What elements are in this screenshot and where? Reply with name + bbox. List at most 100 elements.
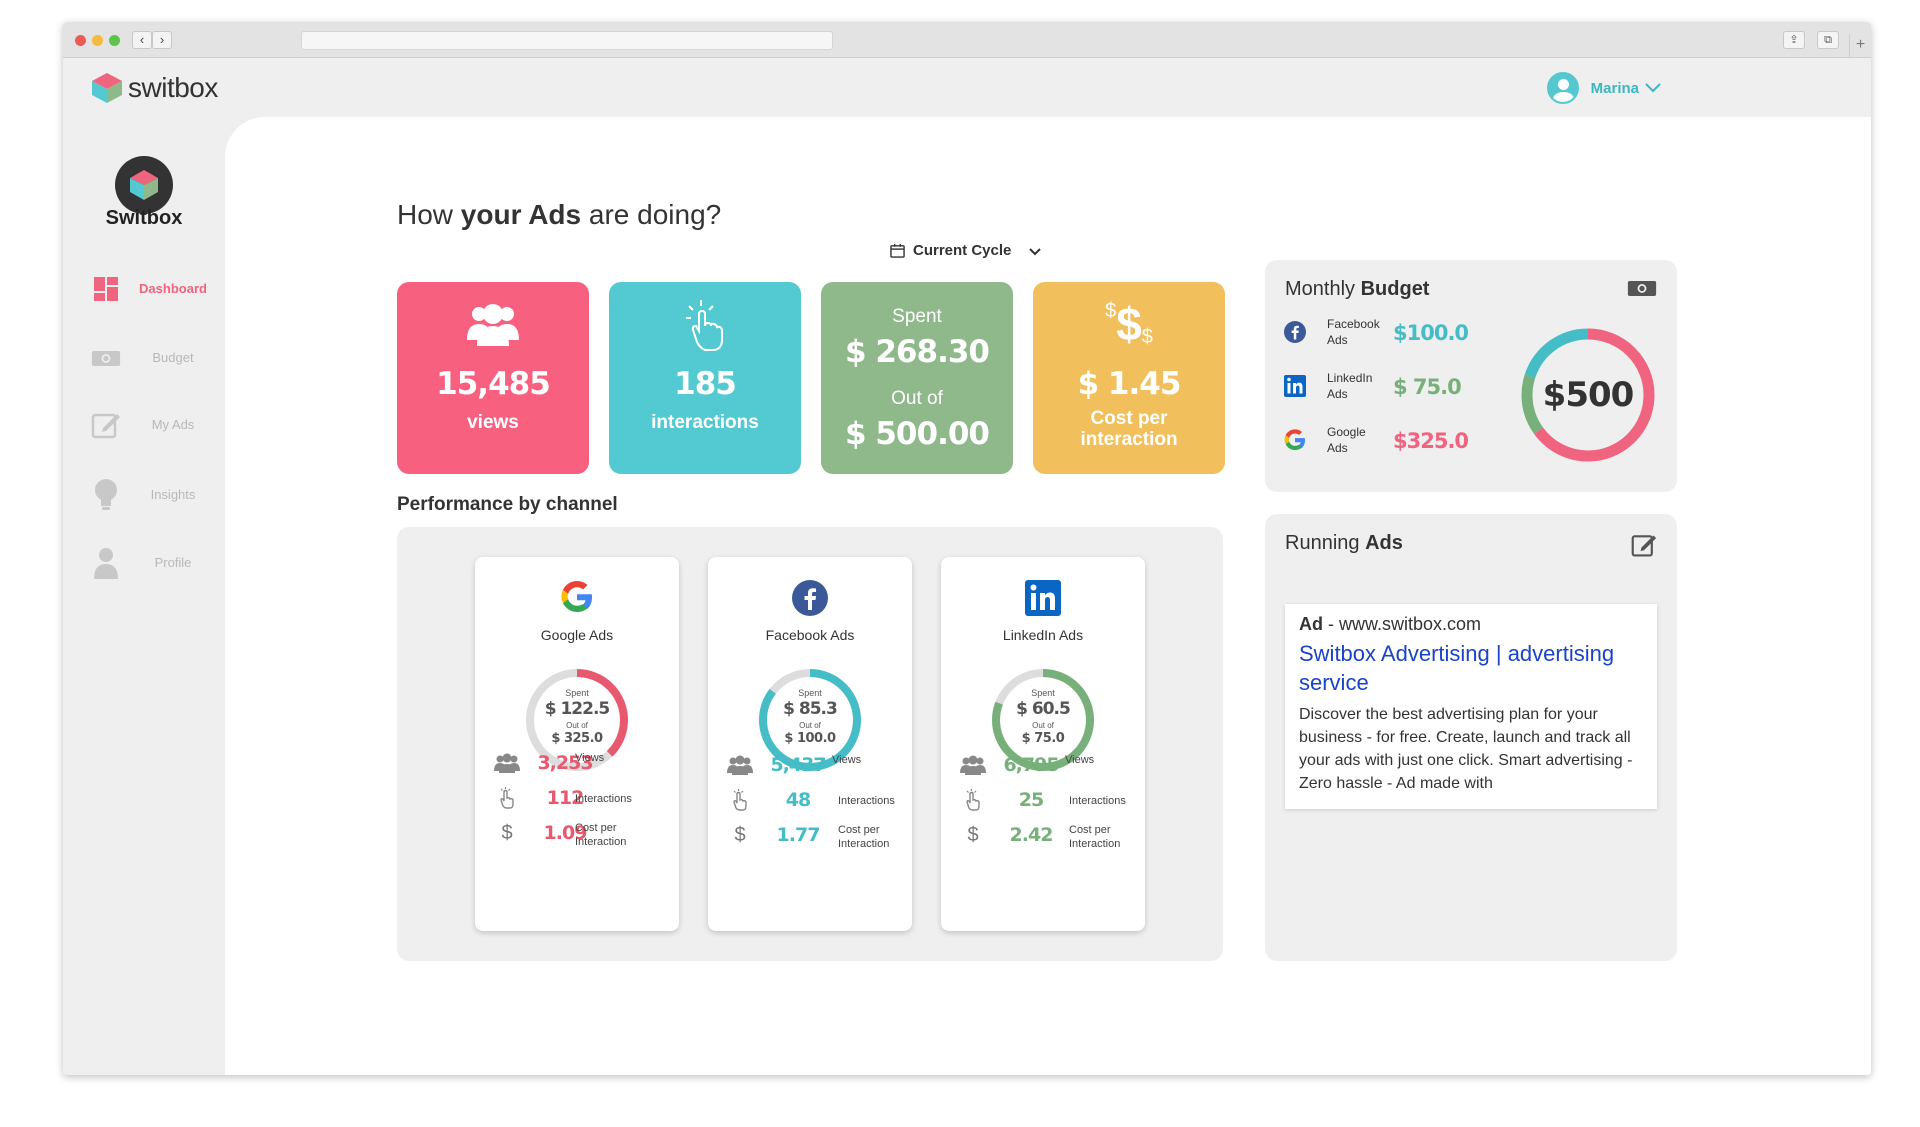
sidebar-item-label: Insights bbox=[150, 487, 196, 502]
ad-title-link[interactable]: Switbox Advertising | advertising servic… bbox=[1299, 639, 1643, 697]
views-row: 5,437 Views bbox=[708, 747, 912, 783]
dollar-icon: $ bbox=[734, 823, 746, 846]
sidebar-item-label: My Ads bbox=[151, 417, 195, 432]
click-hand-icon bbox=[493, 786, 521, 810]
budget-title: Monthly Budget bbox=[1285, 278, 1430, 300]
interactions-row: 112 Interactions bbox=[475, 780, 679, 816]
calendar-icon bbox=[890, 243, 905, 258]
views-value: 5,437 bbox=[770, 754, 826, 776]
google-icon bbox=[475, 579, 679, 615]
lightbulb-icon bbox=[91, 479, 121, 510]
channel-card-google[interactable]: Google Ads Spent $ 122.5 Out of $ 325.0 … bbox=[475, 557, 679, 931]
channel-name: Facebook Ads bbox=[765, 627, 855, 643]
spent-value: $ 60.5 bbox=[1016, 699, 1071, 719]
dashboard-icon bbox=[91, 275, 121, 303]
forward-button[interactable]: › bbox=[152, 31, 172, 49]
facebook-icon bbox=[708, 579, 912, 617]
interactions-value: 185 bbox=[674, 366, 737, 402]
linkedin-icon bbox=[941, 579, 1145, 617]
address-bar[interactable] bbox=[301, 31, 833, 50]
user-menu[interactable]: Marina bbox=[1546, 72, 1661, 104]
spent-label: Spent bbox=[798, 688, 822, 698]
dollar-icon: $ bbox=[501, 821, 513, 844]
channel-card-linkedin[interactable]: LinkedIn Ads Spent $ 60.5 Out of $ 75.0 … bbox=[941, 557, 1145, 931]
cpi-label: Cost per Interaction bbox=[838, 824, 890, 850]
cycle-label: Current Cycle bbox=[913, 242, 1012, 259]
channel-name: LinkedIn Ads bbox=[1002, 627, 1084, 643]
browser-chrome: ‹ › ⇪ ⧉ + bbox=[63, 22, 1871, 58]
tabs-icon[interactable]: ⧉ bbox=[1817, 31, 1839, 49]
edit-icon[interactable] bbox=[1631, 532, 1657, 563]
views-value: 15,485 bbox=[436, 366, 551, 402]
minimize-window-button[interactable] bbox=[92, 35, 103, 46]
money-icon bbox=[91, 344, 121, 372]
switbox-logo[interactable]: switbox bbox=[90, 70, 218, 106]
budget-total: $500 bbox=[1542, 375, 1635, 415]
spent-value: $ 122.5 bbox=[544, 699, 611, 719]
out-of-label: Out of bbox=[891, 388, 943, 409]
spent-label: Spent bbox=[565, 688, 589, 698]
ad-description: Discover the best advertising plan for y… bbox=[1299, 706, 1633, 792]
brand-avatar bbox=[115, 156, 173, 214]
interactions-label: Interactions bbox=[838, 795, 895, 807]
interactions-label: interactions bbox=[651, 412, 759, 433]
interactions-value: 25 bbox=[1018, 789, 1044, 811]
total-value: $ 75.0 bbox=[1021, 731, 1065, 746]
total-value: $ 325.0 bbox=[551, 731, 603, 746]
budget-channel-name: Facebook Ads bbox=[1327, 317, 1380, 347]
cycle-dropdown[interactable]: Current Cycle bbox=[890, 242, 1042, 259]
interactions-row: 25 Interactions bbox=[941, 782, 1145, 818]
share-icon[interactable]: ⇪ bbox=[1783, 31, 1805, 49]
close-window-button[interactable] bbox=[75, 35, 86, 46]
back-button[interactable]: ‹ bbox=[132, 31, 152, 49]
views-label: Views bbox=[1065, 754, 1095, 766]
browser-window: ‹ › ⇪ ⧉ + switbox Marina Switbox Dashboa… bbox=[63, 22, 1871, 1075]
running-ads-panel: Running Ads Ad - www.switbox.com Switbox… bbox=[1265, 514, 1677, 961]
user-icon bbox=[91, 548, 121, 579]
sidebar-item-label: Budget bbox=[152, 350, 194, 365]
users-icon bbox=[959, 753, 987, 777]
stat-card-interactions: 185 interactions bbox=[609, 282, 801, 474]
maximize-window-button[interactable] bbox=[109, 35, 120, 46]
out-of-label: Out of bbox=[1032, 721, 1054, 730]
interactions-label: Interactions bbox=[575, 793, 632, 805]
brand-cube-icon bbox=[130, 170, 158, 200]
cpi-row: $ 1.77 Cost per Interaction bbox=[708, 817, 912, 853]
chevron-down-icon bbox=[1029, 243, 1042, 259]
spent-value: $ 268.30 bbox=[845, 334, 990, 370]
logo-text: switbox bbox=[128, 72, 218, 103]
money-icon[interactable] bbox=[1627, 278, 1657, 303]
total-budget-value: $ 500.00 bbox=[845, 416, 990, 452]
ad-preview-card[interactable]: Ad - www.switbox.com Switbox Advertising… bbox=[1285, 604, 1657, 809]
app-header: switbox Marina bbox=[63, 58, 1871, 117]
sidebar-item-label: Profile bbox=[154, 555, 192, 570]
interactions-label: Interactions bbox=[1069, 795, 1126, 807]
channel-card-facebook[interactable]: Facebook Ads Spent $ 85.3 Out of $ 100.0… bbox=[708, 557, 912, 931]
total-value: $ 100.0 bbox=[784, 731, 836, 746]
spent-label: Spent bbox=[1031, 688, 1055, 698]
views-row: 6,795 Views bbox=[941, 747, 1145, 783]
cpi-value: $ 1.45 bbox=[1077, 366, 1182, 402]
budget-channel-name: Google Ads bbox=[1327, 425, 1366, 455]
cpi-label: Cost per interaction bbox=[1080, 408, 1178, 450]
interactions-value: 48 bbox=[785, 789, 811, 811]
stat-card-cost-per-interaction: $ $ $ $ 1.45 Cost per interaction bbox=[1033, 282, 1225, 474]
out-of-label: Out of bbox=[566, 721, 588, 730]
click-hand-icon bbox=[609, 298, 801, 352]
budget-row-facebook: Facebook Ads $100.0 bbox=[1283, 312, 1483, 352]
brand-name: Switbox bbox=[105, 207, 183, 229]
switbox-logo-icon bbox=[92, 73, 122, 103]
budget-value: $ 75.0 bbox=[1393, 375, 1462, 399]
channel-name: Google Ads bbox=[540, 627, 614, 643]
users-icon bbox=[397, 302, 589, 348]
views-label: Views bbox=[832, 754, 862, 766]
budget-value: $100.0 bbox=[1393, 321, 1469, 345]
budget-row-google: Google Ads $325.0 bbox=[1283, 420, 1483, 460]
user-avatar-icon bbox=[1546, 72, 1579, 104]
dollar-icon: $ $ $ bbox=[1105, 298, 1153, 350]
click-hand-icon bbox=[726, 788, 754, 812]
new-tab-button[interactable]: + bbox=[1849, 34, 1871, 58]
page-title: How your Ads are doing? bbox=[397, 199, 722, 230]
chevron-down-icon bbox=[1645, 80, 1661, 96]
budget-channel-name: LinkedIn Ads bbox=[1327, 371, 1373, 401]
